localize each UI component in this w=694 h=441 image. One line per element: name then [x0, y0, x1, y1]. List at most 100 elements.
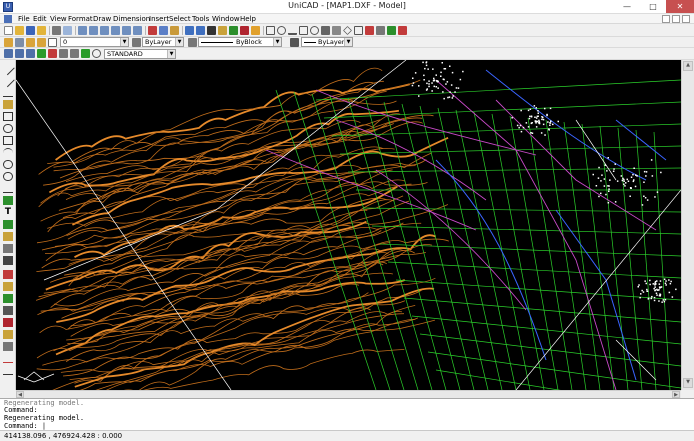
match-properties-icon[interactable]: [218, 26, 227, 35]
line-snap-icon[interactable]: [288, 26, 297, 35]
lwt-icon[interactable]: [48, 49, 57, 58]
vertical-scrollbar[interactable]: ▲ ▼: [681, 60, 694, 390]
center-snap-icon[interactable]: [310, 26, 319, 35]
print-preview-icon[interactable]: [63, 26, 72, 35]
ortho-icon[interactable]: [4, 49, 13, 58]
trim-icon[interactable]: [3, 354, 13, 363]
dyn-icon[interactable]: [92, 49, 101, 58]
donut-icon[interactable]: [3, 172, 13, 181]
zoom-realtime-icon[interactable]: [78, 26, 87, 35]
rectangle-icon[interactable]: [3, 136, 13, 145]
save-as-icon[interactable]: [37, 26, 46, 35]
circle-icon[interactable]: [3, 124, 13, 133]
tangent-snap-icon[interactable]: [387, 26, 396, 35]
circle-center-icon[interactable]: [3, 160, 13, 169]
region-icon[interactable]: [3, 244, 13, 253]
menu-draw[interactable]: Draw: [93, 14, 111, 24]
menu-help[interactable]: Help: [240, 14, 256, 24]
lineweight-dropdown[interactable]: ByLayer ▼: [301, 37, 353, 47]
mdi-restore-icon[interactable]: [672, 15, 680, 23]
polar-icon[interactable]: [15, 49, 24, 58]
insert-block-icon[interactable]: [3, 220, 13, 229]
map-drawing[interactable]: [16, 60, 681, 390]
help-icon[interactable]: [251, 26, 260, 35]
nearest-snap-icon[interactable]: [354, 26, 363, 35]
drawing-canvas[interactable]: [16, 60, 681, 390]
maximize-button[interactable]: □: [640, 0, 666, 13]
copy-icon[interactable]: [159, 26, 168, 35]
zoom-extents-icon[interactable]: [133, 26, 142, 35]
redo-icon[interactable]: [196, 26, 205, 35]
circle-snap-icon[interactable]: [277, 26, 286, 35]
menu-window[interactable]: Window: [212, 14, 240, 24]
linetype-icon[interactable]: [188, 38, 197, 47]
intersection-snap-icon[interactable]: [321, 26, 330, 35]
array-icon[interactable]: [3, 318, 13, 327]
menu-tools[interactable]: Tools: [192, 14, 209, 24]
menu-edit[interactable]: Edit: [33, 14, 47, 24]
snap-icon[interactable]: [70, 49, 79, 58]
snap-none-icon[interactable]: [365, 26, 374, 35]
command-input[interactable]: Command: |: [4, 422, 46, 430]
perpendicular-snap-icon[interactable]: [332, 26, 341, 35]
boundary-icon[interactable]: [3, 256, 13, 265]
zoom-window-icon[interactable]: [89, 26, 98, 35]
color-dropdown[interactable]: ByLayer ▼: [142, 37, 184, 47]
scroll-up-icon[interactable]: ▲: [683, 61, 693, 71]
pan-icon[interactable]: [207, 26, 216, 35]
new-file-icon[interactable]: [4, 26, 13, 35]
save-icon[interactable]: [26, 26, 35, 35]
scroll-down-icon[interactable]: ▼: [683, 378, 693, 388]
rectangle-snap-icon[interactable]: [266, 26, 275, 35]
print-icon[interactable]: [52, 26, 61, 35]
layer-sun-icon[interactable]: [37, 38, 46, 47]
menu-insert[interactable]: Insert: [149, 14, 169, 24]
layer-color-icon[interactable]: [48, 38, 57, 47]
grid-icon[interactable]: [81, 49, 90, 58]
zoom-in-icon[interactable]: [100, 26, 109, 35]
close-button[interactable]: ✕: [666, 0, 694, 13]
rotate-icon[interactable]: [3, 330, 13, 339]
grid-snap-icon[interactable]: [398, 26, 407, 35]
properties-icon[interactable]: [229, 26, 238, 35]
zoom-out-icon[interactable]: [111, 26, 120, 35]
extend-icon[interactable]: [3, 366, 13, 375]
otrack-icon[interactable]: [37, 49, 46, 58]
scale-icon[interactable]: [3, 342, 13, 351]
paste-icon[interactable]: [170, 26, 179, 35]
quadrant-snap-icon[interactable]: [343, 26, 352, 35]
command-panel[interactable]: Regenerating model. Command: Regeneratin…: [0, 398, 694, 430]
copy-object-icon[interactable]: [3, 282, 13, 291]
mirror-icon[interactable]: [3, 294, 13, 303]
linetype-dropdown[interactable]: ByBlock ▼: [198, 37, 282, 47]
insertion-snap-icon[interactable]: [376, 26, 385, 35]
menu-view[interactable]: View: [50, 14, 67, 24]
layer-dropdown[interactable]: 0 ▼: [60, 37, 129, 47]
minimize-button[interactable]: —: [614, 0, 640, 13]
text-icon[interactable]: T: [3, 208, 13, 217]
ellipse-icon[interactable]: [3, 196, 13, 205]
erase-icon[interactable]: [240, 26, 249, 35]
undo-icon[interactable]: [185, 26, 194, 35]
make-current-layer-icon[interactable]: [132, 38, 141, 47]
hatch-icon[interactable]: [3, 232, 13, 241]
endpoint-snap-icon[interactable]: [299, 26, 308, 35]
scroll-right-icon[interactable]: ▶: [672, 391, 680, 398]
osnap-icon[interactable]: [26, 49, 35, 58]
lineweight-icon[interactable]: [290, 38, 299, 47]
scroll-left-icon[interactable]: ◀: [16, 391, 24, 398]
model-icon[interactable]: [59, 49, 68, 58]
menu-file[interactable]: File: [18, 14, 30, 24]
ray-icon[interactable]: [1, 73, 15, 88]
menu-format[interactable]: Format: [68, 14, 93, 24]
cut-icon[interactable]: [148, 26, 157, 35]
zoom-all-icon[interactable]: [122, 26, 131, 35]
layer-state-icon[interactable]: [15, 38, 24, 47]
polyline-icon[interactable]: [3, 100, 13, 109]
construction-line-icon[interactable]: [3, 88, 13, 97]
text-style-dropdown[interactable]: STANDARD ▼: [104, 49, 176, 59]
offset-icon[interactable]: [3, 306, 13, 315]
mdi-minimize-icon[interactable]: [662, 15, 670, 23]
spline-icon[interactable]: [3, 184, 13, 193]
menu-dimension[interactable]: Dimension: [113, 14, 150, 24]
